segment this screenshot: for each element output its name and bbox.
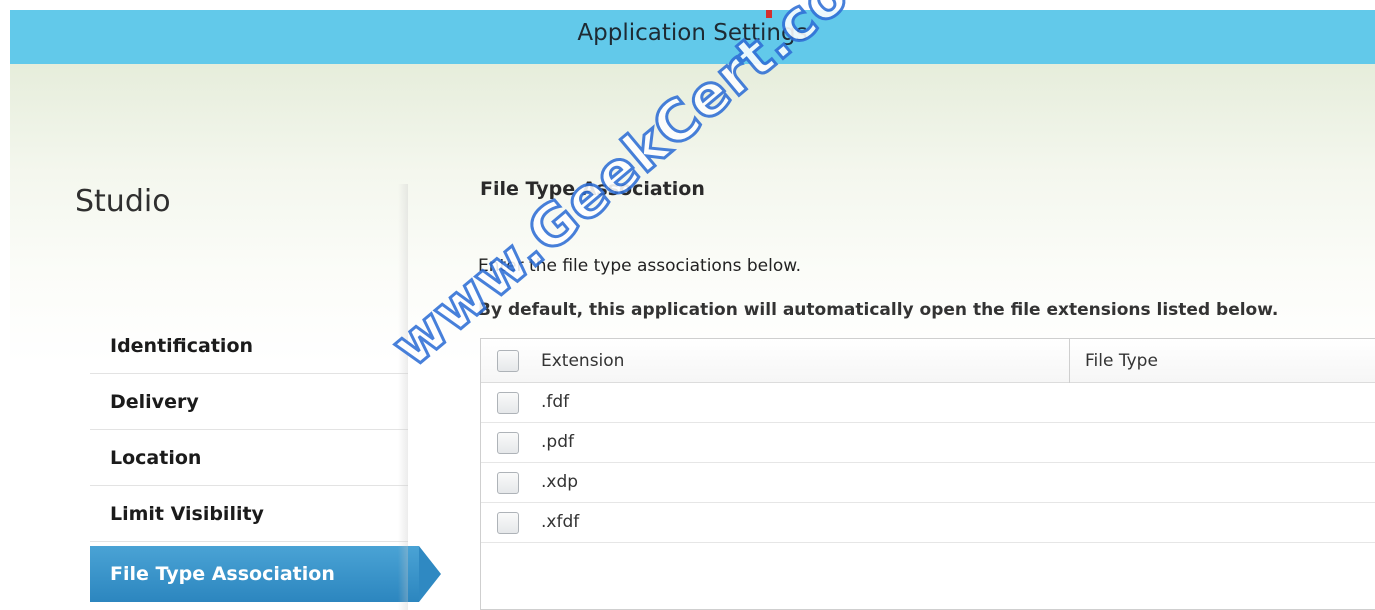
title-bar: Application Settings [10,10,1375,64]
sidebar-item-limit-visibility[interactable]: Limit Visibility [90,486,408,542]
table-row[interactable]: .xfdf [481,503,1375,543]
select-all-checkbox[interactable] [497,350,519,372]
row-extension: .xfdf [541,512,580,532]
column-divider[interactable] [1069,339,1070,383]
sidebar-item-delivery[interactable]: Delivery [90,374,408,430]
studio-heading: Studio [75,184,171,219]
window-title: Application Settings [577,20,808,46]
row-extension: .pdf [541,432,574,452]
column-header-file-type[interactable]: File Type [1085,351,1158,371]
column-header-extension[interactable]: Extension [541,351,624,371]
sidebar-nav: Identification Delivery Location Limit V… [90,318,441,602]
sidebar-item-identification[interactable]: Identification [90,318,408,374]
table-row[interactable]: .fdf [481,383,1375,423]
row-extension: .xdp [541,472,579,492]
row-checkbox[interactable] [497,392,519,414]
row-checkbox[interactable] [497,432,519,454]
row-checkbox[interactable] [497,512,519,534]
row-checkbox[interactable] [497,472,519,494]
main-panel: File Type Association Enter the file typ… [478,64,1375,610]
table-header: Extension File Type [481,339,1375,383]
description-text: Enter the file type associations below. [478,256,801,276]
sidebar: Studio Identification Delivery Location … [10,64,441,610]
title-accent-mark [766,10,772,18]
section-title: File Type Association [480,178,705,200]
table-row[interactable]: .xdp [481,463,1375,503]
table-row[interactable]: .pdf [481,423,1375,463]
sidebar-item-location[interactable]: Location [90,430,408,486]
sidebar-item-file-type-association[interactable]: File Type Association [90,546,441,602]
row-extension: .fdf [541,392,570,412]
file-type-table: Extension File Type .fdf .pdf .xdp .xfdf [480,338,1375,610]
default-note-text: By default, this application will automa… [478,300,1279,320]
